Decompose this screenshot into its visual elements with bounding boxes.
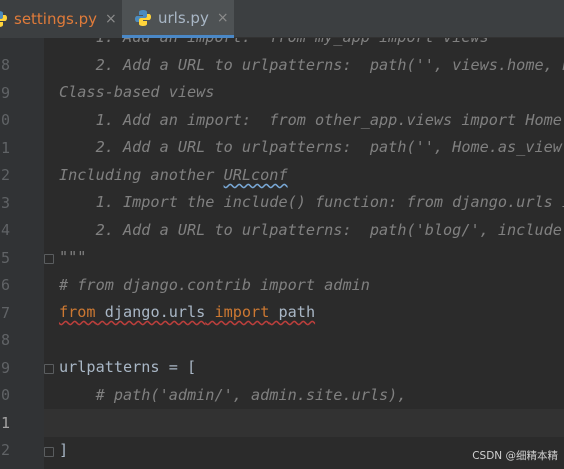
code-line: 1. Add an import: from my_app import vie… (44, 38, 564, 52)
python-file-icon (134, 9, 152, 27)
module-name: django.urls (104, 303, 206, 321)
close-icon[interactable]: × (217, 10, 229, 26)
code-line: # path('admin/', admin.site.urls), (59, 386, 407, 404)
tab-label: urls.py (158, 8, 209, 27)
variable-name: urlpatterns (59, 358, 160, 376)
code-line: # from django.contrib import admin (59, 276, 370, 294)
code-line: from django.urls import path (44, 299, 564, 327)
code-line: 2. Add a URL to urlpatterns: path('blog/… (95, 221, 564, 239)
line-number: 3 (0, 194, 10, 212)
line-number-current: 1 (0, 414, 10, 432)
code-line-current (44, 409, 564, 437)
line-number: 0 (0, 386, 10, 404)
fold-marker-icon[interactable] (44, 364, 54, 374)
line-number: 2 (0, 441, 10, 459)
fold-marker-icon[interactable] (44, 254, 54, 264)
code-line: Class-based views (59, 83, 215, 101)
python-file-icon (0, 10, 8, 28)
code-line: """ (59, 248, 87, 266)
line-number: 0 (0, 111, 10, 129)
close-icon[interactable]: × (105, 11, 117, 27)
code-editor[interactable]: 1. Add an import: from my_app import vie… (44, 38, 564, 469)
open-bracket: [ (187, 358, 197, 376)
line-number: 4 (0, 221, 10, 239)
typo-underlined-word: URLconf (223, 166, 288, 184)
editor-window: settings.py × urls.py × 8 9 0 1 2 3 4 5 … (0, 0, 564, 469)
code-text: Including another (59, 166, 224, 184)
line-number-gutter[interactable]: 8 9 0 1 2 3 4 5 6 7 8 9 0 1 2 (0, 38, 44, 469)
tab-label: settings.py (14, 10, 97, 28)
line-number: 8 (0, 331, 10, 349)
code-line: 1. Import the include() function: from d… (95, 193, 564, 211)
line-number: 9 (0, 84, 10, 102)
imported-name: path (278, 303, 316, 321)
watermark: CSDN @细精本精 (472, 450, 558, 462)
code-line: 2. Add a URL to urlpatterns: path('', vi… (95, 56, 564, 74)
keyword: import (214, 303, 270, 321)
fold-marker-icon[interactable] (44, 447, 54, 457)
tab-urls-py[interactable]: urls.py × (122, 0, 234, 38)
code-line: 1. Add an import: from other_app.views i… (59, 111, 562, 129)
line-number: 5 (0, 249, 10, 267)
line-number: 2 (0, 166, 10, 184)
tab-settings-py[interactable]: settings.py × (0, 0, 122, 38)
line-number: 9 (0, 359, 10, 377)
code-line: 2. Add a URL to urlpatterns: path('', Ho… (95, 138, 564, 156)
line-number: 1 (0, 139, 10, 157)
assign-operator: = (159, 358, 188, 376)
line-number: 8 (0, 56, 10, 74)
code-line: urlpatterns = [ (44, 354, 564, 382)
line-number: 6 (0, 276, 10, 294)
keyword: from (59, 303, 96, 321)
code-line: Including another URLconf (44, 162, 564, 190)
line-number: 7 (0, 304, 10, 322)
tab-bar: settings.py × urls.py × (0, 0, 564, 38)
